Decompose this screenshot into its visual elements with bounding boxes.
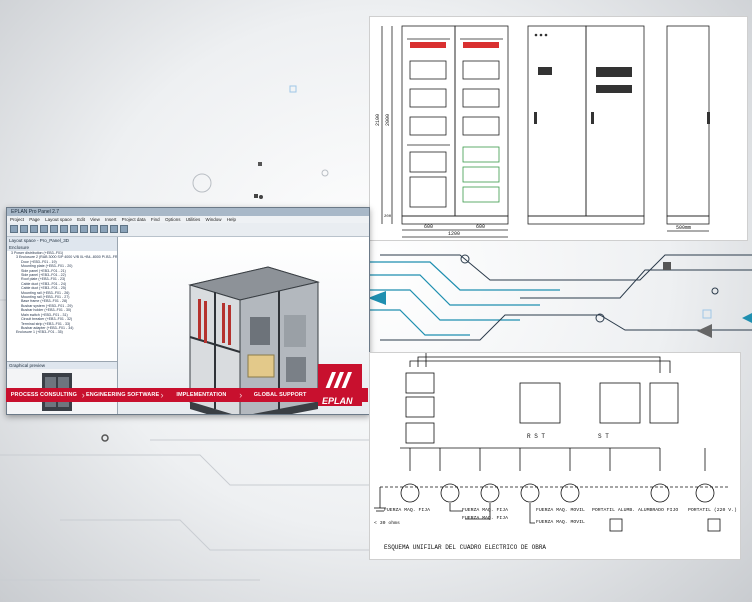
- schematic-svg: [374, 353, 730, 532]
- phase-label-rst: R S T: [527, 433, 546, 440]
- chevron-right-icon: ›: [160, 390, 164, 400]
- dim-500: 500mm: [676, 225, 692, 231]
- menu-edit[interactable]: Edit: [77, 217, 85, 222]
- dim-200: 200: [384, 215, 392, 219]
- dim-2000: 2000: [385, 113, 392, 127]
- label-movil-1: FUERZA MAQ. MOVIL: [536, 508, 585, 513]
- window-title: EPLAN Pro Panel 2.7: [7, 208, 369, 216]
- label-alumbrado-fijo: ALUMBRADO FIJO: [638, 508, 679, 513]
- toolbar-button[interactable]: [80, 225, 88, 233]
- toolbar-button[interactable]: [40, 225, 48, 233]
- navigator-header: Layout space - Pro_Panel_3D: [7, 237, 117, 244]
- menu-layout-space[interactable]: Layout space: [45, 217, 72, 222]
- phase-global-support: GLOBAL SUPPORT: [253, 392, 307, 398]
- toolbar-button[interactable]: [60, 225, 68, 233]
- dim-2100: 2100: [375, 113, 382, 127]
- phase-label-st: S T: [598, 433, 609, 440]
- label-fija-3: FUERZA MAQ. FIJA: [462, 516, 509, 521]
- menu-bar: Project Page Layout space Edit View Inse…: [7, 216, 369, 223]
- menu-page[interactable]: Page: [29, 217, 40, 222]
- label-fija-1: FUERZA MAQ. FIJA: [384, 508, 431, 513]
- menu-view[interactable]: View: [90, 217, 100, 222]
- phase-process-consulting: PROCESS CONSULTING: [10, 392, 77, 398]
- toolbar-button[interactable]: [50, 225, 58, 233]
- enclosure-layout-drawing: 2100 2000 200 600 600 1200 500mm: [369, 16, 748, 241]
- graphical-preview-header: Graphical preview: [7, 362, 117, 369]
- chevron-right-icon: ›: [239, 390, 243, 400]
- menu-utilities[interactable]: Utilities: [186, 217, 201, 222]
- label-portatil-220: PORTATIL (220 V.): [688, 508, 737, 513]
- enclosure-drawing-svg: [381, 25, 710, 238]
- toolbar-button[interactable]: [90, 225, 98, 233]
- toolbar-button[interactable]: [100, 225, 108, 233]
- navigator-tree: 3 Power distribution (+EB3-.F01) 3 Enclos…: [7, 251, 117, 335]
- ground-note: < 30 ohms: [374, 521, 400, 526]
- phase-implementation: IMPLEMENTATION: [176, 392, 227, 398]
- dim-1200: 1200: [448, 231, 461, 237]
- menu-project-data[interactable]: Project data: [122, 217, 146, 222]
- chevron-right-icon: ›: [81, 390, 85, 400]
- phase-engineering-software: ENGINEERING SOFTWARE: [86, 392, 160, 398]
- toolbar-button[interactable]: [70, 225, 78, 233]
- menu-window[interactable]: Window: [206, 217, 222, 222]
- eplan-logo-word: EPLAN: [322, 396, 353, 406]
- service-phase-bar: PROCESS CONSULTING › ENGINEERING SOFTWAR…: [6, 388, 368, 402]
- menu-options[interactable]: Options: [165, 217, 181, 222]
- toolbar-button[interactable]: [10, 225, 18, 233]
- toolbar-button[interactable]: [110, 225, 118, 233]
- dim-600-a: 600: [424, 224, 434, 230]
- toolbar-button[interactable]: [120, 225, 128, 233]
- menu-project[interactable]: Project: [10, 217, 24, 222]
- toolbar: [7, 223, 369, 237]
- label-portatil-alumb: PORTATIL ALUMB.: [592, 508, 636, 513]
- eplan-app-window: EPLAN Pro Panel 2.7 Project Page Layout …: [6, 207, 370, 415]
- label-movil-2: FUERZA MAQ. MOVIL: [536, 520, 585, 525]
- schematic-caption: ESQUEMA UNIFILAR DEL CUADRO ELECTRICO DE…: [384, 544, 547, 551]
- single-line-schematic: R S T S T FUERZA MAQ. FIJA FUERZA MAQ. F…: [369, 352, 741, 560]
- label-fija-2: FUERZA MAQ. FIJA: [462, 508, 509, 513]
- toolbar-button[interactable]: [30, 225, 38, 233]
- dim-600-b: 600: [476, 224, 486, 230]
- navigator-filter-label[interactable]: Enclosure: [7, 244, 117, 251]
- menu-insert[interactable]: Insert: [105, 217, 116, 222]
- menu-find[interactable]: Find: [151, 217, 160, 222]
- toolbar-button[interactable]: [20, 225, 28, 233]
- tree-item[interactable]: Enclosure 1 (+EB3-.F01 - 35): [7, 330, 117, 334]
- menu-help[interactable]: Help: [227, 217, 236, 222]
